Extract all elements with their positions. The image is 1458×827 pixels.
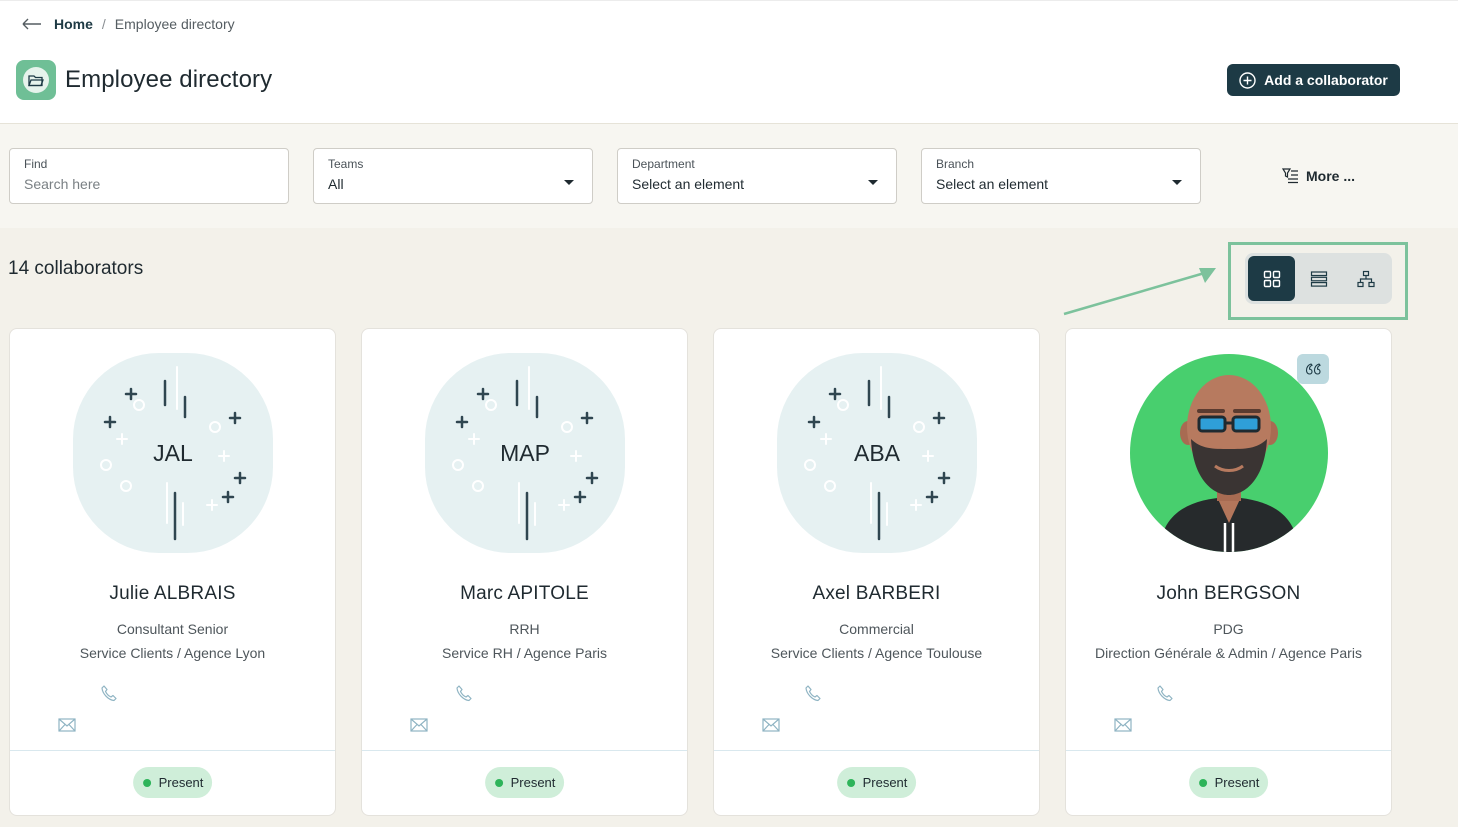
caret-down-icon — [868, 180, 878, 185]
caret-down-icon — [564, 180, 574, 185]
filter-list-icon — [1282, 168, 1298, 184]
department-select[interactable]: Department Select an element — [617, 148, 897, 204]
card-divider — [714, 750, 1039, 751]
employee-name[interactable]: Axel BARBERI — [714, 583, 1039, 605]
breadcrumb-home-link[interactable]: Home — [54, 16, 93, 32]
card-divider — [1066, 750, 1391, 751]
view-mode-toggle — [1245, 253, 1392, 304]
mail-icon[interactable] — [1114, 718, 1132, 732]
status-label: Present — [158, 775, 204, 790]
directory-content: 14 collaborators JAL Julie ALBRAIS Consu… — [0, 228, 1458, 827]
list-view-button[interactable] — [1295, 256, 1342, 301]
breadcrumb-separator: / — [101, 16, 106, 32]
employee-team: Service Clients / Agence Toulouse — [770, 645, 983, 661]
employee-name[interactable]: Julie ALBRAIS — [10, 583, 335, 605]
plus-circle-icon — [1239, 71, 1256, 89]
employee-card[interactable]: John BERGSON PDG Direction Générale & Ad… — [1065, 328, 1392, 816]
employee-role: Consultant Senior — [116, 621, 229, 637]
folder-icon — [16, 60, 56, 100]
mail-icon[interactable] — [762, 718, 780, 732]
employee-team: Service RH / Agence Paris — [442, 645, 607, 661]
card-divider — [10, 750, 335, 751]
employee-card[interactable]: MAP Marc APITOLE RRH Service RH / Agence… — [361, 328, 688, 816]
department-value: Select an element — [632, 176, 745, 192]
more-filters-label: More ... — [1306, 167, 1356, 184]
phone-icon[interactable] — [1156, 684, 1174, 702]
status-badge: Present — [1188, 767, 1269, 798]
filter-bar: Find Search here Teams All Department Se… — [0, 124, 1458, 228]
phone-icon[interactable] — [100, 684, 118, 702]
employee-name[interactable]: John BERGSON — [1066, 583, 1391, 605]
avatar-placeholder: MAP — [425, 353, 625, 553]
branch-value: Select an element — [936, 176, 1049, 192]
list-icon — [1310, 270, 1327, 287]
avatar-initials: JAL — [153, 440, 193, 466]
mail-icon[interactable] — [58, 718, 76, 732]
phone-icon[interactable] — [804, 684, 822, 702]
employee-team: Service Clients / Agence Lyon — [79, 645, 266, 661]
grid-icon — [1263, 270, 1280, 287]
avatar-placeholder: ABA — [777, 353, 977, 553]
page-header: Home / Employee directory Employee direc… — [0, 0, 1458, 124]
org-chart-icon — [1356, 270, 1375, 287]
breadcrumb-current: Employee directory — [114, 16, 235, 32]
branch-select[interactable]: Branch Select an element — [921, 148, 1201, 204]
teams-select[interactable]: Teams All — [313, 148, 593, 204]
more-filters-button[interactable]: More ... — [1282, 167, 1355, 184]
annotation-arrow — [1063, 268, 1216, 316]
employee-card[interactable]: JAL Julie ALBRAIS Consultant Senior Serv… — [9, 328, 336, 816]
add-collaborator-button[interactable]: Add a collaborator — [1227, 64, 1400, 96]
org-chart-view-button[interactable] — [1342, 256, 1389, 301]
card-divider — [362, 750, 687, 751]
status-label: Present — [1214, 775, 1260, 790]
phone-icon[interactable] — [455, 684, 473, 702]
status-badge: Present — [132, 767, 213, 798]
mail-icon[interactable] — [410, 718, 428, 732]
avatar-initials: ABA — [854, 440, 901, 466]
search-placeholder: Search here — [24, 176, 101, 192]
status-badge: Present — [836, 767, 917, 798]
employee-role: Commercial — [839, 621, 914, 637]
breadcrumb: Home / Employee directory — [22, 14, 235, 34]
collaborator-count: 14 collaborators — [8, 258, 144, 279]
status-label: Present — [862, 775, 908, 790]
employee-name[interactable]: Marc APITOLE — [362, 583, 687, 605]
status-label: Present — [510, 775, 556, 790]
teams-value: All — [328, 176, 344, 192]
avatar-placeholder: JAL — [73, 353, 273, 553]
employee-role: RRH — [509, 621, 540, 637]
employee-card[interactable]: ABA Axel BARBERI Commercial Service Clie… — [713, 328, 1040, 816]
title-block: Employee directory — [16, 60, 272, 100]
back-arrow-icon[interactable] — [22, 14, 42, 34]
teams-label: Teams — [328, 157, 364, 171]
add-collaborator-label: Add a collaborator — [1264, 72, 1388, 88]
branch-label: Branch — [936, 157, 975, 171]
search-input[interactable]: Find Search here — [9, 148, 289, 204]
status-badge: Present — [484, 767, 565, 798]
avatar-initials: MAP — [500, 440, 550, 466]
grid-view-button[interactable] — [1248, 256, 1295, 301]
department-label: Department — [632, 157, 695, 171]
caret-down-icon — [1172, 180, 1182, 185]
employee-team: Direction Générale & Admin / Agence Pari… — [1095, 645, 1362, 661]
quote-icon[interactable] — [1297, 354, 1329, 384]
find-label: Find — [24, 157, 48, 171]
employee-role: PDG — [1213, 621, 1244, 637]
page-title: Employee directory — [65, 66, 273, 93]
